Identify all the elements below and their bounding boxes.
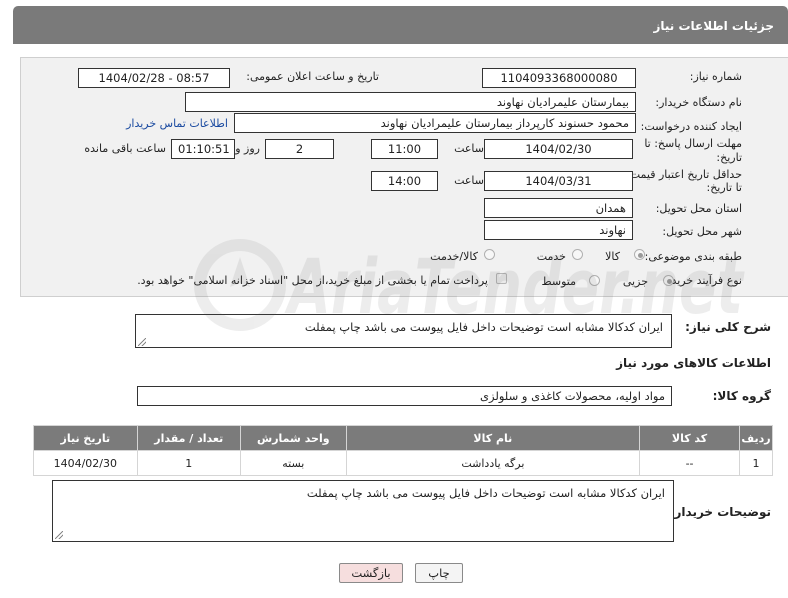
process-option-medium: متوسط [541,275,576,288]
buyer-notes-text: ایران کدکالا مشابه است توضیحات داخل فایل… [306,486,665,500]
price-validity-time-field: 14:00 [371,171,438,191]
price-validity-label-2: تا تاریخ: [706,181,742,194]
price-validity-label-1: حداقل تاریخ اعتبار قیمت: [626,168,742,181]
back-button[interactable]: بازگشت [339,563,403,583]
goods-group-label: گروه کالا: [712,389,771,403]
announce-field: 1404/02/28 - 08:57 [78,68,230,88]
need-number-field: 1104093368000080 [482,68,636,88]
category-option-service: خدمت [536,250,566,263]
buyer-notes-field: ایران کدکالا مشابه است توضیحات داخل فایل… [52,480,674,542]
cell-name: برگه یادداشت [345,450,641,476]
reply-time-label: ساعت [454,142,484,155]
goods-group-field: مواد اولیه، محصولات کاغذی و سلولزی [137,386,672,406]
buyer-org-field: بیمارستان علیمرادیان نهاوند [185,92,636,112]
reply-time-field: 11:00 [371,139,438,159]
process-label: نوع فرآیند خرید : [664,274,742,287]
reply-days-field: 2 [265,139,334,159]
reply-deadline-label-2: تاریخ: [716,151,742,164]
city-field: نهاوند [484,220,633,240]
treasury-payment-note: پرداخت تمام یا بخشی از مبلغ خرید،از محل … [137,274,488,287]
col-row: ردیف [739,425,773,451]
cell-unit: بسته [239,450,347,476]
buyer-notes-label: توضیحات خریدار: [669,505,771,519]
treasury-payment-checkbox[interactable] [496,273,507,284]
price-validity-date-field: 1404/03/31 [484,171,633,191]
resize-grip-icon-2[interactable] [55,531,63,539]
requester-field: محمود حسنوند کارپرداز بیمارستان علیمرادی… [234,113,636,133]
page-header: جزئیات اطلاعات نیاز [13,6,788,44]
cell-row: 1 [739,450,773,476]
col-unit: واحد شمارش [239,425,347,451]
process-radio-minor[interactable] [663,275,674,286]
page-title: جزئیات اطلاعات نیاز [653,19,774,33]
remaining-time-label: ساعت باقی مانده [84,142,166,155]
remaining-time-field: 01:10:51 [171,139,235,159]
cell-date: 1404/02/30 [33,450,138,476]
description-field: ایران کدکالا مشابه است توضیحات داخل فایل… [135,314,672,348]
price-validity-time-label: ساعت [454,174,484,187]
reply-date-field: 1404/02/30 [484,139,633,159]
province-field: همدان [484,198,633,218]
need-number-label: شماره نیاز: [689,70,742,83]
requester-label: ایجاد کننده درخواست: [640,120,742,133]
category-radio-goods-service[interactable] [484,249,495,260]
col-date: تاریخ نیاز [33,425,138,451]
category-label: طبقه بندی موضوعی: [644,250,742,263]
city-label: شهر محل تحویل: [662,225,742,238]
process-option-minor: جزیی [622,275,648,288]
table-row: 1 -- برگه یادداشت بسته 1 1404/02/30 [33,450,773,476]
resize-grip-icon[interactable] [138,338,146,346]
category-radio-goods[interactable] [634,249,645,260]
col-qty: تعداد / مقدار [136,425,241,451]
goods-table: ردیف کد کالا نام کالا واحد شمارش تعداد /… [33,425,773,476]
process-radio-medium[interactable] [589,275,600,286]
col-name: نام کالا [345,425,641,451]
category-option-goods: کالا [605,250,620,263]
buyer-contact-link[interactable]: اطلاعات تماس خریدار [126,117,228,130]
reply-deadline-label-1: مهلت ارسال پاسخ: تا [644,137,742,150]
reply-days-label: روز و [235,142,260,155]
col-code: کد کالا [639,425,741,451]
category-option-goods-service: کالا/خدمت [430,250,478,263]
cell-qty: 1 [136,450,241,476]
description-text: ایران کدکالا مشابه است توضیحات داخل فایل… [304,320,663,334]
buyer-org-label: نام دستگاه خریدار: [655,96,742,109]
print-button[interactable]: چاپ [415,563,463,583]
category-radio-service[interactable] [572,249,583,260]
description-label: شرح کلی نیاز: [685,320,771,334]
cell-code: -- [639,450,741,476]
goods-section-title: اطلاعات کالاهای مورد نیاز [616,356,771,370]
province-label: استان محل تحویل: [655,202,742,215]
announce-label: تاریخ و ساعت اعلان عمومی: [246,70,379,83]
table-header-row: ردیف کد کالا نام کالا واحد شمارش تعداد /… [33,425,773,451]
